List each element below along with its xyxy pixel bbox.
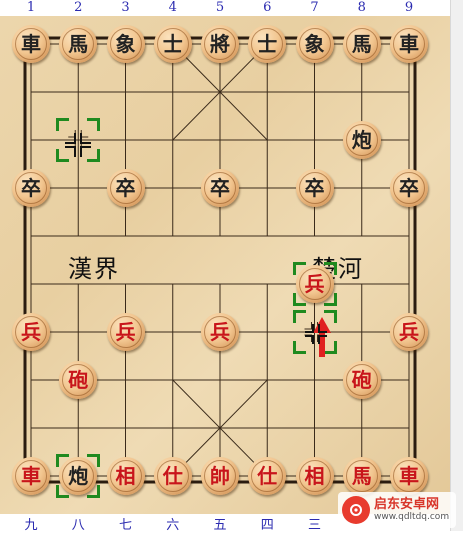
piece-label: 仕 [162,464,183,488]
piece-label: 砲 [351,368,372,392]
piece-label: 炮 [351,128,372,152]
piece-black[interactable]: 卒 [390,169,428,207]
piece-red[interactable]: 兵 [201,313,239,351]
piece-label: 仕 [257,464,278,488]
file-number: 六 [166,518,180,533]
piece-black[interactable]: 象 [295,25,334,63]
watermark-logo-icon [342,496,370,524]
piece-label: 相 [115,464,136,488]
file-number: 3 [121,0,130,15]
piece-red[interactable]: 兵 [106,313,145,351]
piece-black[interactable]: 炮 [59,457,98,495]
piece-label: 卒 [210,176,230,200]
file-number: 三 [307,518,322,533]
piece-label: 車 [399,464,419,488]
file-number: 八 [71,518,85,533]
piece-label: 卒 [399,176,419,200]
piece-red[interactable]: 兵 [390,313,428,351]
xiangqi-board[interactable]: 漢界 楚河 車馬象士將士象馬車炮卒卒卒卒卒兵兵兵兵兵砲砲車炮相仕帥仕相馬車 [0,16,450,514]
crosshair-cursor-icon [305,324,327,344]
piece-black[interactable]: 馬 [342,25,381,63]
piece-label: 士 [162,32,183,56]
piece-label: 車 [399,32,419,56]
file-number: 7 [310,0,319,15]
piece-label: 車 [21,32,41,56]
piece-label: 卒 [21,176,41,200]
piece-label: 卒 [304,176,325,200]
piece-red[interactable]: 兵 [12,313,50,351]
piece-black[interactable]: 卒 [106,169,145,207]
piece-red[interactable]: 砲 [342,361,381,399]
piece-red[interactable]: 兵 [295,265,334,303]
piece-label: 兵 [115,320,136,344]
piece-label: 炮 [68,464,89,488]
piece-black[interactable]: 炮 [342,121,381,159]
piece-label: 車 [21,464,41,488]
piece-black[interactable]: 士 [248,25,287,63]
file-number: 七 [118,518,133,533]
piece-label: 象 [304,32,325,56]
piece-black[interactable]: 象 [106,25,145,63]
file-number: 8 [357,0,366,15]
piece-black[interactable]: 卒 [201,169,239,207]
piece-black[interactable]: 車 [12,25,50,63]
piece-label: 砲 [68,368,89,392]
piece-red[interactable]: 車 [390,457,428,495]
piece-label: 士 [257,32,278,56]
piece-black[interactable]: 車 [390,25,428,63]
file-number: 四 [260,518,274,533]
file-number: 1 [26,0,36,15]
file-number: 九 [24,518,38,533]
file-number: 4 [168,0,177,15]
river-text-left: 漢界 [68,255,120,283]
piece-red[interactable]: 相 [106,457,145,495]
piece-label: 兵 [399,320,419,344]
file-number: 五 [213,518,227,533]
piece-red[interactable]: 砲 [59,361,98,399]
piece-black[interactable]: 士 [153,25,192,63]
piece-label: 兵 [304,272,325,296]
watermark-name: 启东安卓网 [374,497,440,512]
piece-red[interactable]: 帥 [201,457,239,495]
piece-black[interactable]: 卒 [295,169,334,207]
piece-label: 將 [210,32,230,56]
file-number: 6 [263,0,272,15]
piece-red[interactable]: 馬 [342,457,381,495]
piece-black[interactable]: 馬 [59,25,98,63]
piece-red[interactable]: 相 [295,457,334,495]
piece-black[interactable]: 將 [201,25,239,63]
piece-label: 馬 [68,32,89,56]
piece-label: 馬 [351,464,372,488]
piece-red[interactable]: 仕 [248,457,287,495]
watermark-url: www.qdltdq.com [374,512,450,522]
piece-label: 馬 [351,32,372,56]
piece-label: 帥 [210,464,230,488]
top-file-numbers: 1 2 3 4 5 6 7 8 9 [0,0,463,16]
piece-label: 兵 [210,320,230,344]
file-number: 9 [404,0,414,15]
piece-label: 象 [115,32,136,56]
piece-red[interactable]: 車 [12,457,50,495]
crosshair-cursor-icon [65,133,91,157]
file-number: 2 [74,0,83,15]
piece-label: 卒 [115,176,136,200]
piece-black[interactable]: 卒 [12,169,50,207]
piece-red[interactable]: 仕 [153,457,192,495]
piece-label: 兵 [21,320,41,344]
vertical-scrollbar[interactable] [450,0,463,531]
file-number: 5 [215,0,225,15]
watermark: 启东安卓网 www.qdltdq.com [338,492,456,528]
piece-label: 相 [304,464,325,488]
